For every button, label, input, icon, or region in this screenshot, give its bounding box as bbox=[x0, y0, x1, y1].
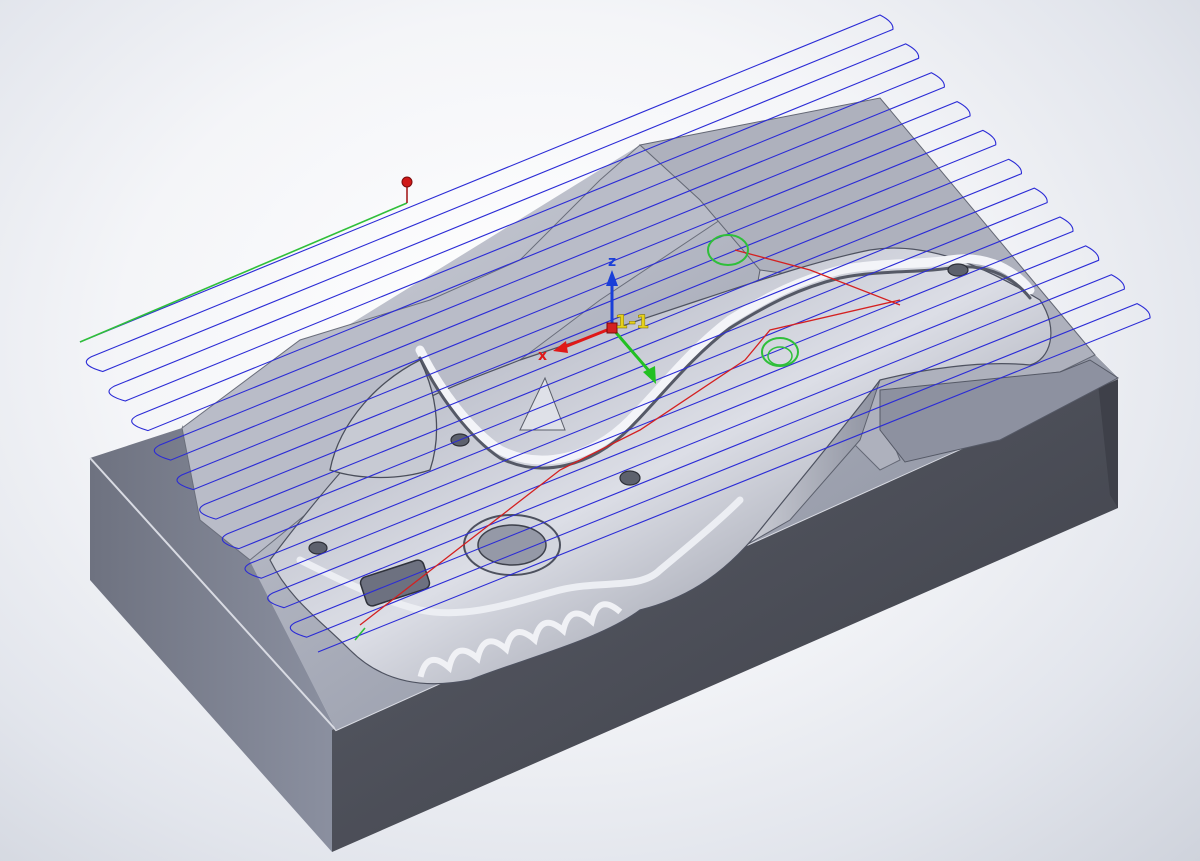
machined-cavity[interactable] bbox=[181, 97, 1119, 685]
hole-1 bbox=[619, 470, 641, 486]
z-axis-label: z bbox=[608, 254, 616, 270]
start-point-icon[interactable] bbox=[401, 176, 413, 188]
start-point-marker[interactable] bbox=[401, 176, 413, 203]
hole-4 bbox=[947, 263, 969, 277]
hole-3 bbox=[308, 541, 328, 555]
model-scene[interactable]: z x 1-1 bbox=[0, 0, 1200, 861]
coordinate-system-label: 1-1 bbox=[615, 311, 649, 333]
graphics-viewport[interactable]: z x 1-1 bbox=[0, 0, 1200, 861]
x-axis-label: x bbox=[538, 348, 547, 364]
